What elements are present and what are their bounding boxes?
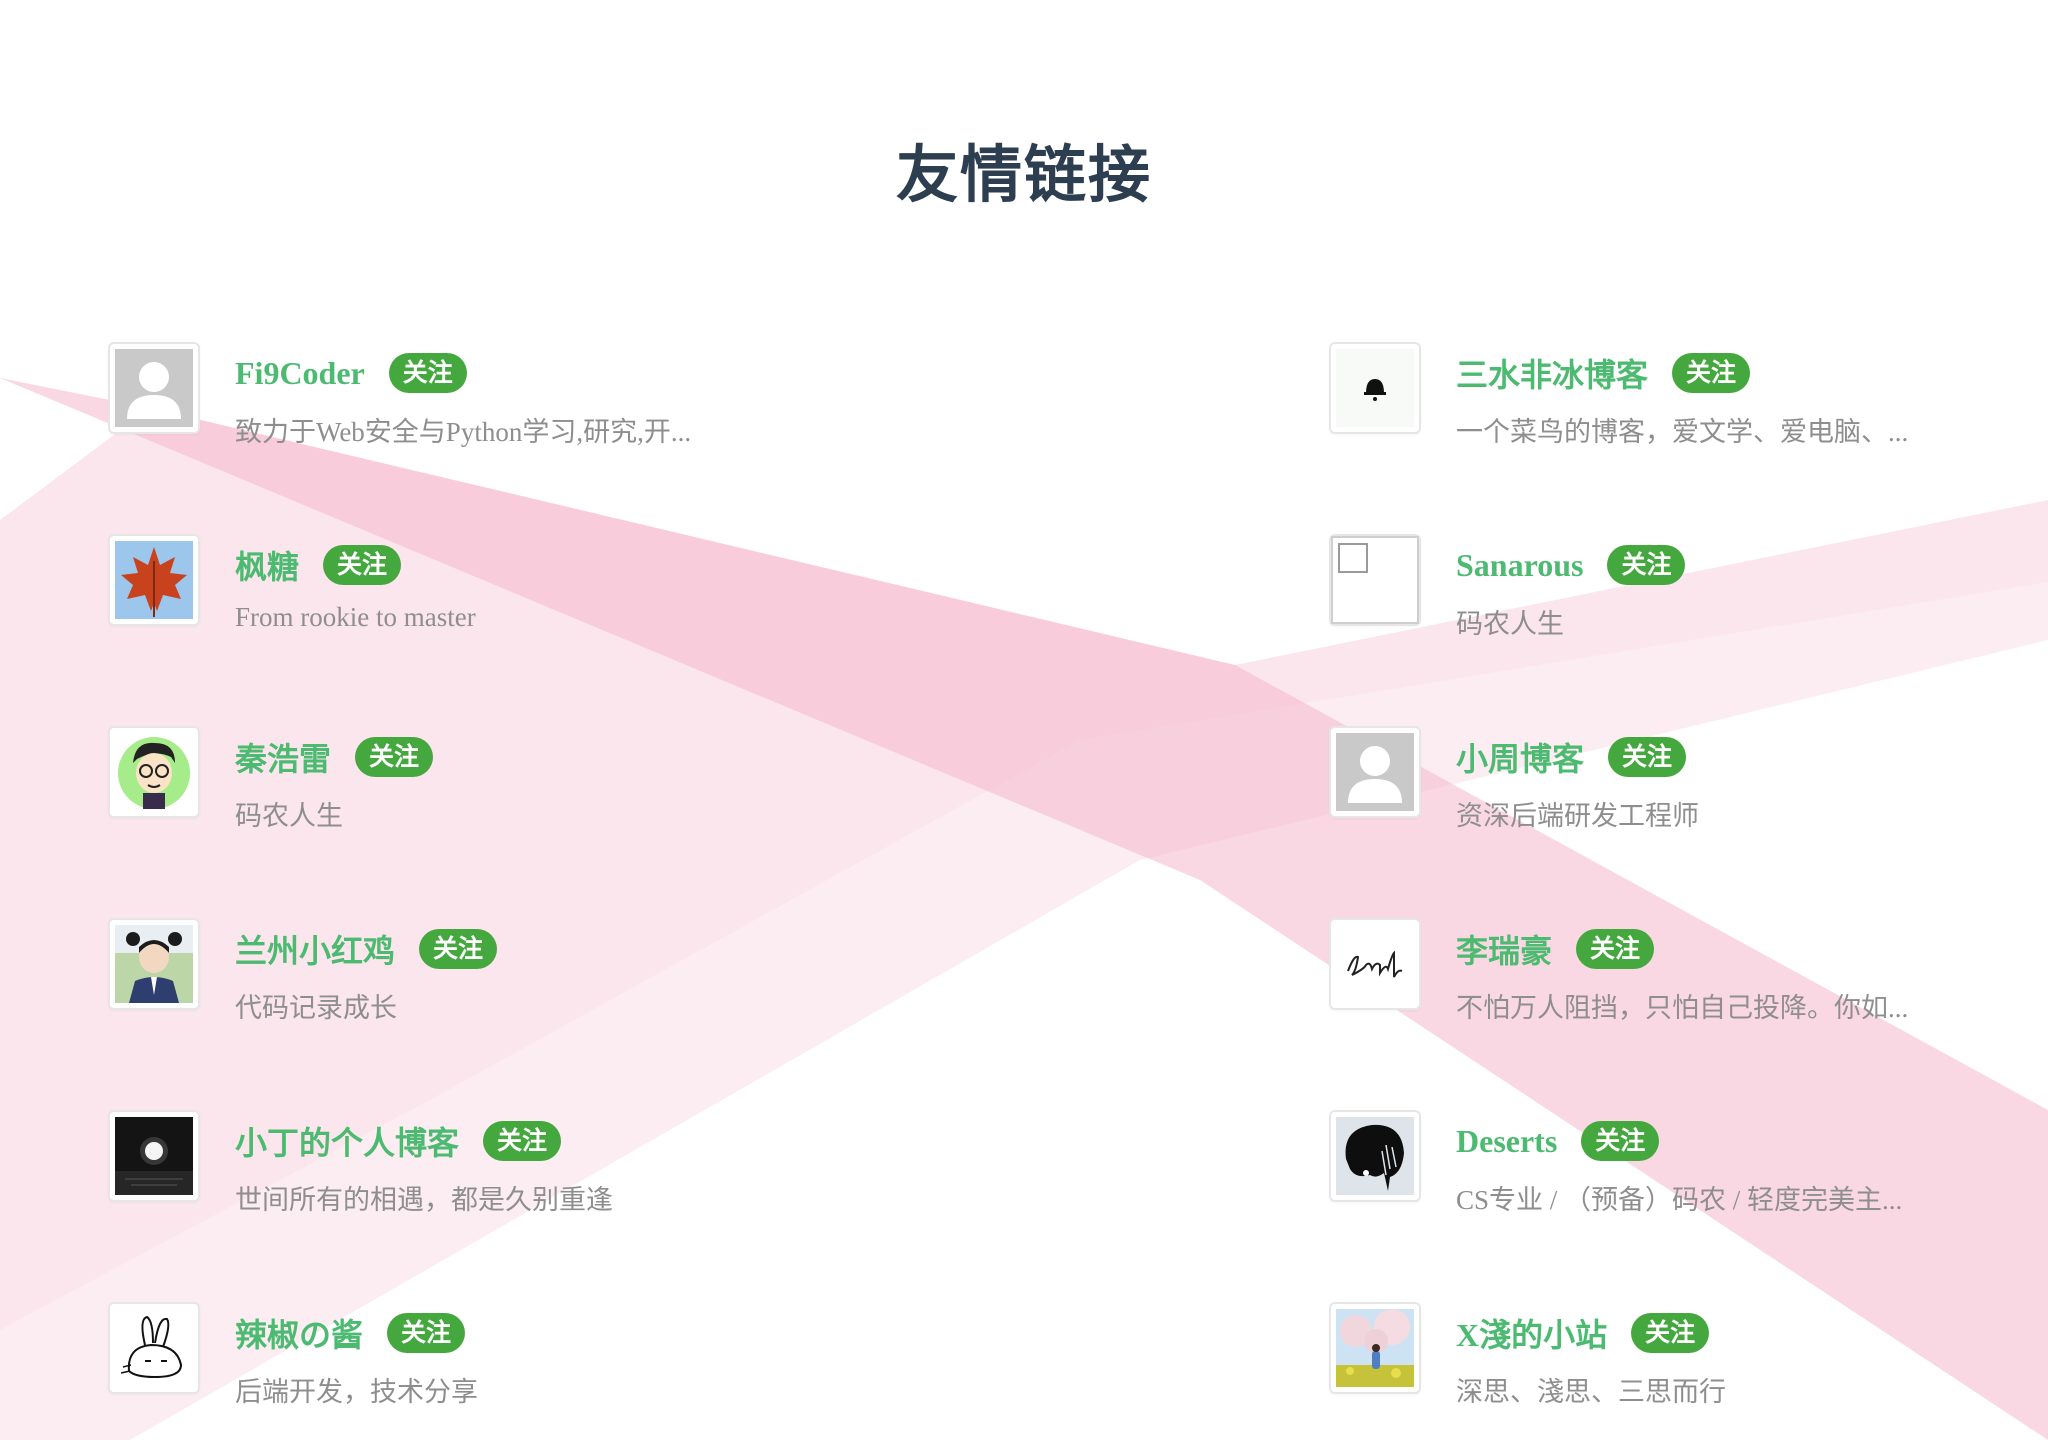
follow-button[interactable]: 关注 bbox=[323, 545, 402, 585]
follow-button[interactable]: 关注 bbox=[1576, 929, 1655, 969]
bell-avatar[interactable] bbox=[1329, 342, 1421, 434]
cartoon-boy-glasses-avatar[interactable] bbox=[108, 726, 200, 818]
link-name-row: 辣椒の酱 关注 bbox=[235, 1310, 466, 1356]
friend-link-card[interactable]: Deserts 关注 CS专业 / （预备）码农 / 轻度完美主... bbox=[1329, 1110, 2048, 1230]
default-user-avatar[interactable] bbox=[1329, 726, 1421, 818]
friend-link-card[interactable]: 兰州小红鸡 关注 代码记录成长 bbox=[108, 918, 968, 1038]
friend-link-card[interactable]: Sanarous 关注 码农人生 bbox=[1329, 534, 2048, 654]
link-description: From rookie to master bbox=[235, 602, 476, 632]
friend-link-card[interactable]: 秦浩雷 关注 码农人生 bbox=[108, 726, 968, 846]
follow-button[interactable]: 关注 bbox=[483, 1121, 562, 1161]
link-description: 码农人生 bbox=[235, 801, 343, 831]
link-description: 世间所有的相遇，都是久别重逢 bbox=[235, 1185, 613, 1215]
friend-link-card[interactable]: Fi9Coder 关注 致力于Web安全与Python学习,研究,开... bbox=[108, 342, 968, 462]
follow-button[interactable]: 关注 bbox=[387, 1313, 466, 1353]
anime-student-icon bbox=[115, 925, 193, 1003]
link-description: 不怕万人阻挡，只怕自己投降。你如... bbox=[1456, 993, 1909, 1023]
link-name-row: Fi9Coder 关注 bbox=[235, 350, 467, 396]
link-description: 一个菜鸟的博客，爱文学、爱电脑、... bbox=[1456, 417, 1909, 447]
follow-button[interactable]: 关注 bbox=[388, 353, 467, 393]
link-name-row: 李瑞豪 关注 bbox=[1456, 926, 1655, 972]
follow-button[interactable]: 关注 bbox=[1581, 1121, 1660, 1161]
friend-link-card[interactable]: 小丁的个人博客 关注 世间所有的相遇，都是久别重逢 bbox=[108, 1110, 968, 1230]
signature-avatar[interactable] bbox=[1329, 918, 1421, 1010]
silhouette-sketch-avatar[interactable] bbox=[1329, 1110, 1421, 1202]
night-moon-icon bbox=[115, 1117, 193, 1195]
friend-link-card[interactable]: 三水非冰博客 关注 一个菜鸟的博客，爱文学、爱电脑、... bbox=[1329, 342, 2048, 462]
anime-student-avatar[interactable] bbox=[108, 918, 200, 1010]
link-description: 资深后端研发工程师 bbox=[1456, 801, 1699, 831]
follow-button[interactable]: 关注 bbox=[1608, 737, 1687, 777]
follow-button[interactable]: 关注 bbox=[355, 737, 434, 777]
link-name[interactable]: X淺的小站 bbox=[1456, 1310, 1607, 1356]
rabbit-sketch-icon bbox=[115, 1309, 193, 1387]
link-description: 致力于Web安全与Python学习,研究,开... bbox=[235, 417, 692, 447]
friend-link-card[interactable]: 辣椒の酱 关注 后端开发，技术分享 bbox=[108, 1302, 968, 1422]
link-name[interactable]: 兰州小红鸡 bbox=[235, 926, 395, 972]
link-name[interactable]: 三水非冰博客 bbox=[1456, 350, 1648, 396]
link-name[interactable]: 枫糖 bbox=[235, 542, 299, 588]
link-description: 后端开发，技术分享 bbox=[235, 1377, 478, 1407]
silhouette-sketch-icon bbox=[1336, 1117, 1414, 1195]
link-name[interactable]: 秦浩雷 bbox=[235, 734, 331, 780]
link-name-row: Deserts 关注 bbox=[1456, 1118, 1660, 1164]
maple-leaf-icon bbox=[115, 541, 193, 619]
follow-button[interactable]: 关注 bbox=[1631, 1313, 1710, 1353]
link-description: CS专业 / （预备）码农 / 轻度完美主... bbox=[1456, 1185, 1903, 1215]
friend-link-card[interactable]: 枫糖 关注 From rookie to master bbox=[108, 534, 968, 654]
link-name-row: 小丁的个人博客 关注 bbox=[235, 1118, 562, 1164]
link-name[interactable]: 李瑞豪 bbox=[1456, 926, 1552, 972]
friend-link-card[interactable]: 小周博客 关注 资深后端研发工程师 bbox=[1329, 726, 2048, 846]
link-name-row: 枫糖 关注 bbox=[235, 542, 402, 588]
link-description: 深思、淺思、三思而行 bbox=[1456, 1377, 1726, 1407]
link-description: 代码记录成长 bbox=[235, 993, 397, 1023]
night-moon-avatar[interactable] bbox=[108, 1110, 200, 1202]
follow-button[interactable]: 关注 bbox=[419, 929, 498, 969]
friend-links-grid: Fi9Coder 关注 致力于Web安全与Python学习,研究,开... 枫糖… bbox=[0, 0, 2048, 1440]
signature-icon bbox=[1336, 925, 1414, 1003]
link-name[interactable]: 小周博客 bbox=[1456, 734, 1584, 780]
link-name[interactable]: Fi9Coder bbox=[235, 355, 365, 392]
link-name[interactable]: Sanarous bbox=[1456, 547, 1583, 584]
link-name-row: 三水非冰博客 关注 bbox=[1456, 350, 1751, 396]
broken-image-icon bbox=[1331, 536, 1419, 624]
link-name-row: 小周博客 关注 bbox=[1456, 734, 1687, 780]
link-name-row: X淺的小站 关注 bbox=[1456, 1310, 1710, 1356]
link-name-row: 秦浩雷 关注 bbox=[235, 734, 434, 780]
friend-link-card[interactable]: 李瑞豪 关注 不怕万人阻挡，只怕自己投降。你如... bbox=[1329, 918, 2048, 1038]
default-user-icon bbox=[1336, 733, 1414, 811]
broken-image-avatar[interactable] bbox=[1329, 534, 1421, 626]
cherry-blossom-photo-icon bbox=[1336, 1309, 1414, 1387]
link-name[interactable]: 小丁的个人博客 bbox=[235, 1118, 459, 1164]
cherry-blossom-photo-avatar[interactable] bbox=[1329, 1302, 1421, 1394]
bell-icon bbox=[1336, 349, 1414, 427]
link-name[interactable]: Deserts bbox=[1456, 1123, 1557, 1160]
link-name-row: 兰州小红鸡 关注 bbox=[235, 926, 498, 972]
default-user-avatar[interactable] bbox=[108, 342, 200, 434]
link-description: 码农人生 bbox=[1456, 609, 1564, 639]
link-name-row: Sanarous 关注 bbox=[1456, 542, 1686, 588]
maple-leaf-avatar[interactable] bbox=[108, 534, 200, 626]
friend-link-card[interactable]: X淺的小站 关注 深思、淺思、三思而行 bbox=[1329, 1302, 2048, 1422]
default-user-icon bbox=[115, 349, 193, 427]
rabbit-sketch-avatar[interactable] bbox=[108, 1302, 200, 1394]
cartoon-boy-icon bbox=[115, 733, 193, 811]
follow-button[interactable]: 关注 bbox=[1672, 353, 1751, 393]
follow-button[interactable]: 关注 bbox=[1607, 545, 1686, 585]
link-name[interactable]: 辣椒の酱 bbox=[235, 1310, 363, 1356]
